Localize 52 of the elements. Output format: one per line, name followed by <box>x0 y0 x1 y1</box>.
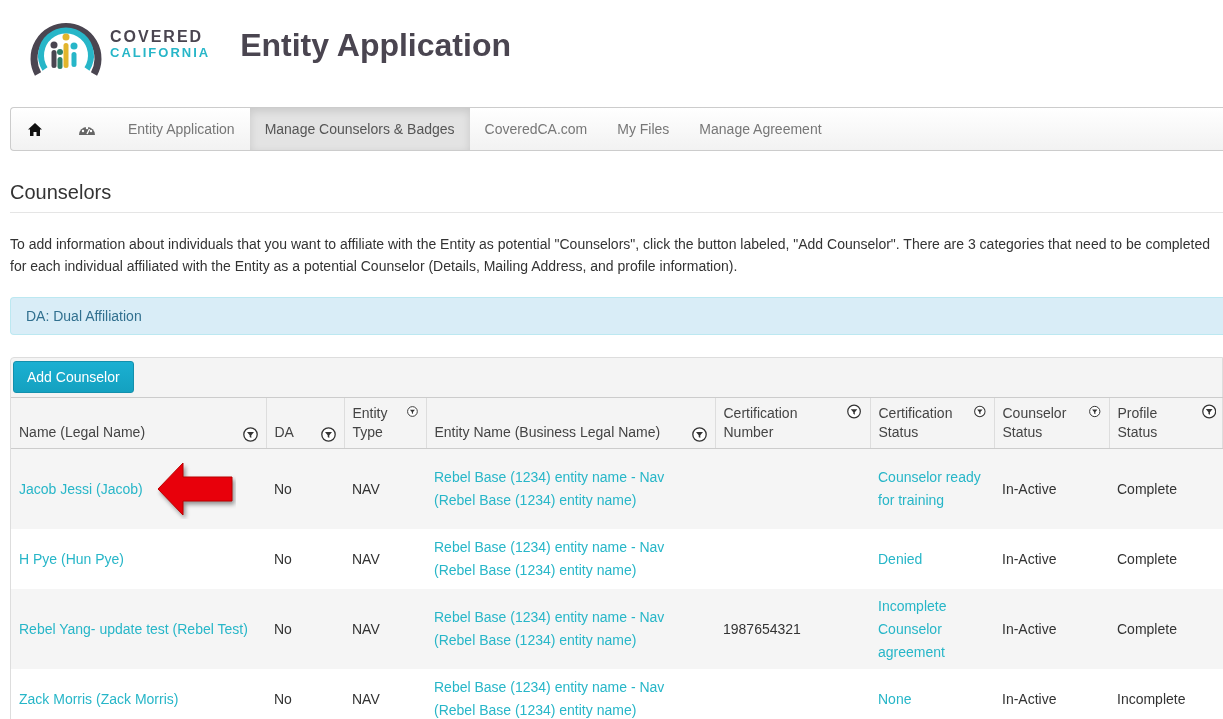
filter-icon[interactable] <box>242 427 258 442</box>
intro-paragraph: To add information about individuals that you want to affiliate with the Entity as potential "Counselors", click the button labeled, "Add Counselor". There are 3 categories that need to be completed for each individual affiliated with the Entity as a potential Counselor (Details, Mailing Address, and profile information). <box>10 235 1211 276</box>
table-link[interactable]: Incomplete Counselor agreement <box>878 594 986 664</box>
home-icon <box>28 122 42 136</box>
column-header: Entity Name (Business Legal Name) <box>434 423 661 442</box>
table-cell-text: Complete <box>1117 549 1178 569</box>
table-cell-text: No <box>274 549 293 569</box>
filter-icon[interactable] <box>973 404 986 419</box>
nav-tab[interactable]: Manage Agreement <box>684 108 837 150</box>
section-title: Counselors <box>10 181 1223 213</box>
nav-tab[interactable]: My Files <box>602 108 685 150</box>
filter-icon[interactable] <box>406 404 418 419</box>
table-cell-text: Complete <box>1117 619 1178 639</box>
table-cell-text: NAV <box>352 479 381 499</box>
table-link[interactable]: Rebel Yang- update test (Rebel Test) <box>19 617 258 641</box>
column-header: Certification Status <box>878 404 954 442</box>
table-cell-text: 1987654321 <box>723 619 802 639</box>
table-cell-text: No <box>274 619 293 639</box>
nav-tab[interactable]: Entity Application <box>113 108 250 150</box>
table-cell-text: In-Active <box>1002 479 1058 499</box>
nav-tab[interactable]: Manage Counselors & Badges <box>249 108 470 150</box>
filter-icon[interactable] <box>691 427 707 442</box>
add-counselor-button[interactable]: Add Counselor <box>13 361 134 393</box>
column-header: Name (Legal Name) <box>19 423 146 442</box>
column-header: Entity Type <box>352 404 389 442</box>
filter-icon[interactable] <box>320 427 336 442</box>
table-link[interactable]: Counselor ready for training <box>878 466 986 512</box>
table-cell-text: NAV <box>352 689 381 709</box>
table-cell-text: NAV <box>352 619 381 639</box>
table-cell-text: No <box>274 479 293 499</box>
table-cell-text: NAV <box>352 549 381 569</box>
table-link[interactable]: Jacob Jessi (Jacob) <box>19 477 258 501</box>
table-link[interactable]: Rebel Base (1234) entity name - Nav (Rebel Base (1234) entity name) <box>434 606 707 652</box>
table-link[interactable]: Rebel Base (1234) entity name - Nav (Rebel Base (1234) entity name) <box>434 466 707 512</box>
column-header: DA <box>274 423 294 442</box>
table-cell-text: In-Active <box>1002 549 1058 569</box>
column-header: Profile Status <box>1117 404 1159 442</box>
table-cell-text: Incomplete <box>1117 689 1187 709</box>
page-title: Entity Application <box>240 26 511 64</box>
table-cell-text: In-Active <box>1002 619 1058 639</box>
column-header: Counselor Status <box>1002 404 1068 442</box>
legend-banner: DA: Dual Affiliation <box>10 297 1223 335</box>
logo-text: CALIFORNIA <box>110 45 211 61</box>
filter-icon[interactable] <box>1201 404 1216 419</box>
nav-tab[interactable]: CoveredCA.com <box>469 108 603 150</box>
column-header: Certification Number <box>723 404 799 442</box>
table-cell-text: Complete <box>1117 479 1178 499</box>
logo-text: COVERED <box>110 29 205 45</box>
table-cell-text: In-Active <box>1002 689 1058 709</box>
filter-icon[interactable] <box>1089 404 1101 419</box>
table-cell-text: No <box>274 689 293 709</box>
filter-icon[interactable] <box>847 404 862 419</box>
